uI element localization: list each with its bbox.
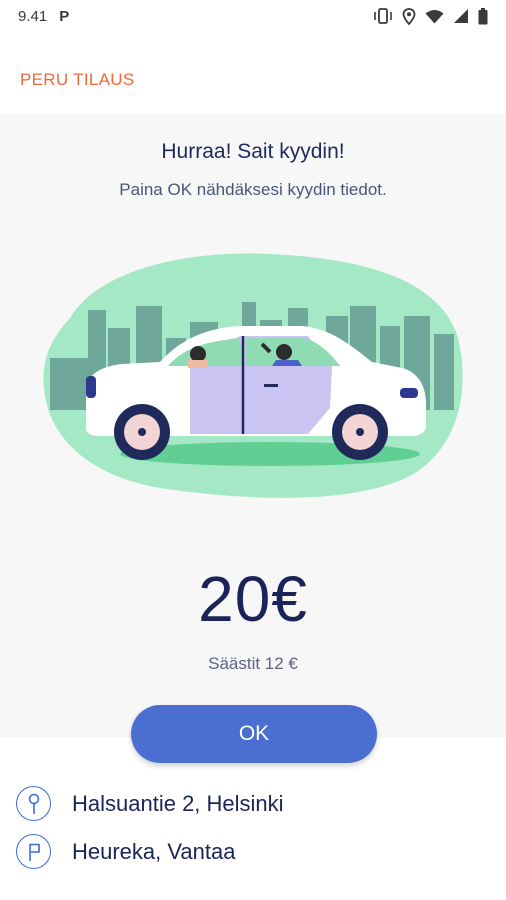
parking-app-indicator-icon: P [59,7,70,25]
carpool-illustration [40,248,466,500]
top-bar: PERU TILAUS [0,32,506,114]
status-time: 9.41 [18,7,48,25]
confirmation-title: Hurraa! Sait kyydin! [161,140,345,163]
vibrate-icon [373,8,393,24]
ride-price: 20€ [198,563,308,635]
status-icons [373,7,488,25]
cancel-order-button[interactable]: PERU TILAUS [20,70,134,90]
ok-button[interactable]: OK [131,705,377,763]
location-icon [402,7,416,25]
status-left: 9.41 P [18,8,69,25]
route-destination: Heureka, Vantaa [16,834,496,869]
savings-text: Säästit 12 € [208,654,298,673]
destination-address: Heureka, Vantaa [72,838,236,864]
origin-pin-icon [16,786,51,821]
route-origin: Halsuantie 2, Helsinki [16,786,496,821]
signal-icon [453,8,469,24]
destination-flag-icon [16,834,51,869]
battery-icon [478,7,488,25]
wifi-icon [425,9,444,24]
status-bar: 9.41 P [0,0,506,32]
confirmation-subtitle: Paina OK nähdäksesi kyydin tiedot. [119,180,387,199]
ride-confirmation-panel: Hurraa! Sait kyydin! Paina OK nähdäksesi… [0,114,506,737]
origin-address: Halsuantie 2, Helsinki [72,790,284,816]
